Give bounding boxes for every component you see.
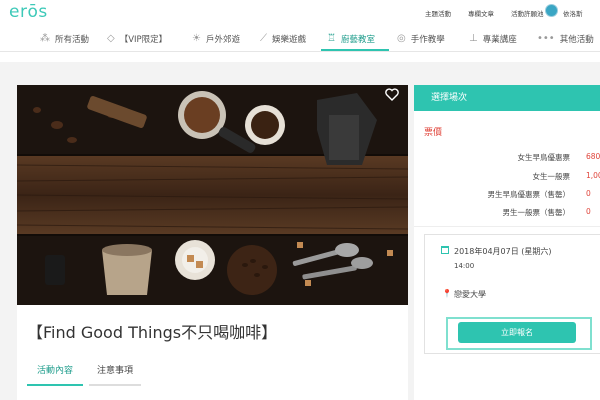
nav-item-label: 專業講座 <box>482 34 517 45</box>
diamond-icon: ◇ <box>107 32 115 44</box>
price-row-label: 男生早鳥優惠票（售罄） <box>487 190 571 199</box>
price-row-value: 0 <box>586 189 591 198</box>
price-row-value: 0 <box>586 207 591 216</box>
yarn-icon: ◎ <box>397 32 406 44</box>
panel-header: 選擇場次 <box>414 85 600 111</box>
tab-event-content[interactable]: 活動內容 <box>27 364 83 386</box>
session-time: 14:00 <box>454 262 475 270</box>
nav-item-label: 其他活動 <box>559 34 594 45</box>
panel-divider <box>414 226 600 227</box>
username[interactable]: 依洛斯 <box>563 8 583 18</box>
nav-item-label: 戶外郊遊 <box>205 34 240 45</box>
nav-item-outdoor[interactable]: ☀ 戶外郊遊 <box>192 26 240 51</box>
heart-icon[interactable] <box>385 88 399 101</box>
avatar[interactable] <box>545 4 558 17</box>
top-link-articles[interactable]: 專欄文章 <box>468 8 494 18</box>
active-tab-indicator <box>321 49 389 51</box>
price-row: 男生一般票（售罄） 0 <box>414 207 600 221</box>
location-pin-icon: 📍 <box>442 289 452 298</box>
nav-item-games[interactable]: ⟋ 娛樂遊戲 <box>260 26 306 51</box>
nav-item-crafts[interactable]: ◎ 手作教學 <box>397 26 445 51</box>
chef-hat-icon: ♖ <box>327 32 336 44</box>
nav-item-all[interactable]: ⁂ 所有活動 <box>40 26 89 51</box>
price-row-label: 女生一般票 <box>532 172 571 181</box>
lectern-icon: ⊥ <box>469 32 478 44</box>
more-icon: ••• <box>537 32 555 44</box>
nav-item-label: 廚藝教室 <box>340 34 375 45</box>
event-photo <box>17 85 408 305</box>
price-row-value: 680 <box>586 152 600 161</box>
event-card: 【Find Good Things不只喝咖啡】 活動內容 注意事項 <box>17 85 408 400</box>
site-logo[interactable]: erōs <box>9 2 48 22</box>
price-row: 男生早鳥優惠票（售罄） 0 <box>414 189 600 203</box>
price-row: 女生早鳥優惠票 680 <box>414 152 600 166</box>
calendar-icon <box>441 246 449 254</box>
signup-button[interactable]: 立即報名 <box>458 322 576 343</box>
top-bar: erōs 主題活動 專欄文章 活動許願池 依洛斯 <box>0 0 600 24</box>
nav-item-others[interactable]: ••• 其他活動 <box>537 26 594 51</box>
price-row: 女生一般票 1,00 <box>414 171 600 185</box>
nav-item-vip[interactable]: ◇ 【VIP限定】 <box>107 26 167 51</box>
coffee-illustration <box>17 85 408 305</box>
nav-item-cooking[interactable]: ♖ 廚藝教室 <box>327 26 375 51</box>
price-label: 票價 <box>424 128 443 138</box>
sun-icon: ☀ <box>192 32 201 44</box>
nav-item-label: 手作教學 <box>410 34 445 45</box>
price-row-label: 女生早鳥優惠票 <box>517 153 571 162</box>
price-row-value: 1,00 <box>586 171 600 180</box>
nav-item-label: 娛樂遊戲 <box>272 34 307 45</box>
category-nav: ⁂ 所有活動 ◇ 【VIP限定】 ☀ 戶外郊遊 ⟋ 娛樂遊戲 ♖ 廚藝教室 ◎ … <box>0 26 600 52</box>
top-link-wishes[interactable]: 活動許願池 <box>511 8 544 18</box>
price-row-label: 男生一般票（售罄） <box>502 208 571 217</box>
session-date: 2018年04月07日 (星期六) <box>454 247 552 256</box>
tab-notes[interactable]: 注意事項 <box>89 364 141 386</box>
event-title: 【Find Good Things不只喝咖啡】 <box>27 323 278 342</box>
session-venue: 戀愛大學 <box>454 290 486 299</box>
wand-icon: ⟋ <box>260 32 267 44</box>
nav-item-lectures[interactable]: ⊥ 專業講座 <box>469 26 517 51</box>
top-link-themes[interactable]: 主題活動 <box>425 8 451 18</box>
dots-icon: ⁂ <box>40 32 50 44</box>
nav-item-label: 【VIP限定】 <box>119 34 168 45</box>
nav-item-label: 所有活動 <box>55 34 90 45</box>
